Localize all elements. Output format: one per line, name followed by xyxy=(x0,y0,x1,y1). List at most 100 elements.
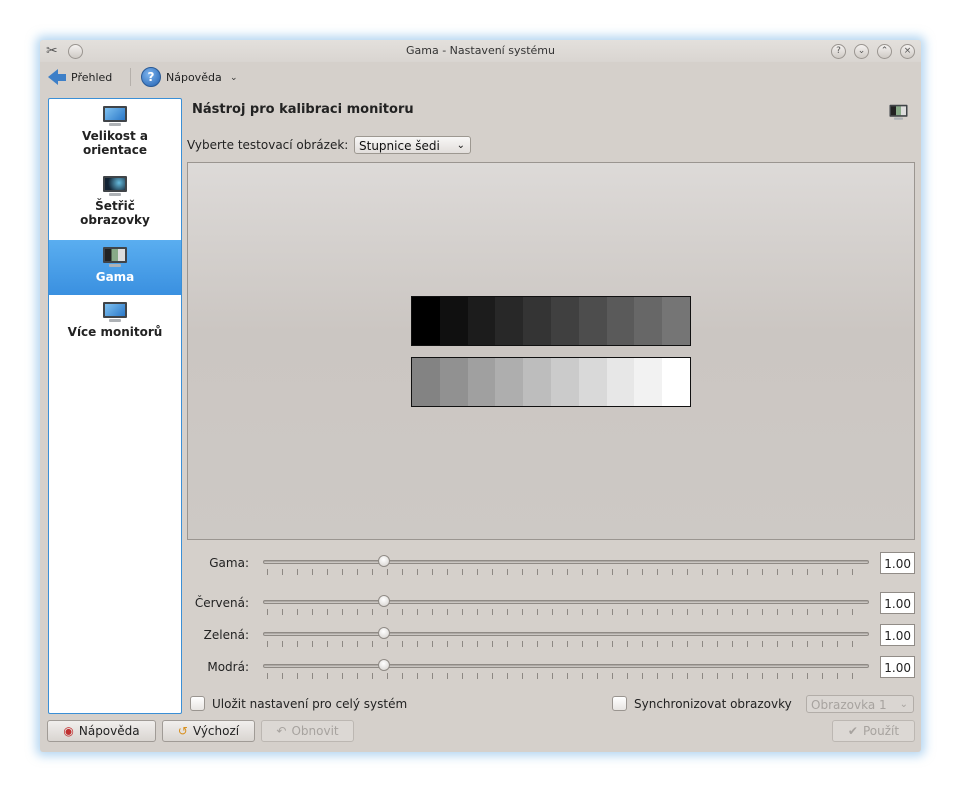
red-slider[interactable] xyxy=(263,600,869,604)
help-lifebuoy-icon: ◉ xyxy=(63,724,74,738)
gamma-monitor-icon xyxy=(101,246,129,268)
save-system-checkbox[interactable]: Uložit nastavení pro celý systém xyxy=(190,696,407,711)
red-value-field[interactable]: 1.00 xyxy=(880,592,915,614)
overview-label: Přehled xyxy=(71,70,113,84)
gamma-ticks xyxy=(267,569,867,575)
monitor-icon xyxy=(101,301,129,323)
monitor-icon xyxy=(101,105,129,127)
gamma-value-field[interactable]: 1.00 xyxy=(880,552,915,574)
back-arrow-icon xyxy=(48,69,58,85)
gray-dark-swatch xyxy=(523,297,551,345)
undo-icon: ↶ xyxy=(276,724,287,738)
test-image-value: Stupnice šedi xyxy=(359,139,440,153)
screensaver-icon xyxy=(101,175,129,197)
gamma-label: Gama: xyxy=(209,556,249,570)
sidebar-item-label: obrazovky xyxy=(80,213,150,227)
gray-dark-swatch xyxy=(439,297,468,345)
red-label: Červená: xyxy=(194,596,249,610)
defaults-button-label: Výchozí xyxy=(192,724,240,738)
title-bar: ✂ Gama - Nastavení systému ? ⌄ ⌃ × xyxy=(40,40,921,62)
window-title: Gama - Nastavení systému xyxy=(406,44,555,57)
chevron-down-icon[interactable]: ⌄ xyxy=(230,73,238,83)
gray-dark-swatch xyxy=(578,297,607,345)
reset-button-label: Obnovit xyxy=(291,724,339,738)
gamma-slider-handle[interactable] xyxy=(378,555,391,567)
test-image-select[interactable]: Stupnice šedi ⌄ xyxy=(354,136,471,154)
gray-light-swatch xyxy=(550,358,579,406)
help-title-button[interactable]: ? xyxy=(831,44,846,59)
green-slider[interactable] xyxy=(263,632,869,636)
green-ticks xyxy=(267,641,867,647)
sync-screens-label: Synchronizovat obrazovky xyxy=(634,696,792,711)
test-image-preview xyxy=(187,162,915,540)
sidebar-item-screensaver[interactable]: Šetřič obrazovky xyxy=(49,175,181,239)
gamma-monitor-icon xyxy=(888,104,908,122)
gray-dark-swatch xyxy=(634,297,663,345)
gamma-slider[interactable] xyxy=(263,560,869,564)
blue-label: Modrá: xyxy=(207,660,249,674)
grayscale-strip-dark xyxy=(411,296,691,346)
save-system-label: Uložit nastavení pro celý systém xyxy=(212,696,408,711)
apply-button[interactable]: ✔ Použít xyxy=(832,720,915,742)
reset-button[interactable]: ↶ Obnovit xyxy=(261,720,354,742)
blue-value-field[interactable]: 1.00 xyxy=(880,656,915,678)
blue-slider-handle[interactable] xyxy=(378,659,391,671)
sidebar-item-multi-monitor[interactable]: Více monitorů xyxy=(49,301,181,351)
checkbox-box[interactable] xyxy=(612,696,627,711)
checkbox-box[interactable] xyxy=(190,696,205,711)
chevron-down-icon: ⌄ xyxy=(899,699,908,710)
gamma-slider-row: Gama: 1.00 xyxy=(187,552,917,578)
help-icon: ? xyxy=(141,67,161,87)
gray-light-swatch xyxy=(606,358,635,406)
blue-slider-row: Modrá: 1.00 xyxy=(187,656,917,682)
page-title: Nástroj pro kalibraci monitoru xyxy=(192,102,414,117)
gray-light-swatch xyxy=(662,358,690,406)
sidebar-item-gamma[interactable]: Gama xyxy=(49,240,181,295)
screen-select-value: Obrazovka 1 xyxy=(811,698,887,712)
gray-light-swatch xyxy=(578,358,607,406)
overview-button[interactable]: Přehled xyxy=(48,66,112,88)
toolbar-separator xyxy=(130,68,131,86)
close-button[interactable]: × xyxy=(900,44,915,59)
blue-ticks xyxy=(267,673,867,679)
green-slider-row: Zelená: 1.00 xyxy=(187,624,917,650)
chevron-down-icon: ⌄ xyxy=(456,140,465,151)
red-ticks xyxy=(267,609,867,615)
blue-slider[interactable] xyxy=(263,664,869,668)
maximize-button[interactable]: ⌃ xyxy=(877,44,892,59)
sidebar-item-label: orientace xyxy=(82,143,148,157)
gray-dark-swatch xyxy=(606,297,635,345)
gray-light-swatch xyxy=(412,358,440,406)
settings-window: ✂ Gama - Nastavení systému ? ⌄ ⌃ × Přehl… xyxy=(40,40,921,752)
defaults-icon: ↺ xyxy=(177,724,188,738)
green-slider-handle[interactable] xyxy=(378,627,391,639)
gray-light-swatch xyxy=(467,358,496,406)
sidebar-item-label: Šetřič xyxy=(95,199,135,213)
gray-dark-swatch xyxy=(495,297,524,345)
green-label: Zelená: xyxy=(203,628,249,642)
screen-select[interactable]: Obrazovka 1 ⌄ xyxy=(806,695,914,713)
gray-dark-swatch xyxy=(550,297,579,345)
apply-button-label: Použít xyxy=(862,724,900,738)
green-value-field[interactable]: 1.00 xyxy=(880,624,915,646)
gray-dark-swatch xyxy=(662,297,690,345)
sidebar-item-size-orientation[interactable]: Velikost a orientace xyxy=(49,105,181,169)
gray-light-swatch xyxy=(523,358,551,406)
defaults-button[interactable]: ↺ Výchozí xyxy=(162,720,255,742)
gray-dark-swatch xyxy=(412,297,440,345)
help-button-label: Nápověda xyxy=(78,724,140,738)
sidebar-item-label: Gama xyxy=(95,270,135,284)
test-image-label: Vyberte testovací obrázek: xyxy=(187,138,349,152)
sync-screens-checkbox[interactable]: Synchronizovat obrazovky xyxy=(612,696,792,711)
sidebar: Velikost a orientace Šetřič obrazovky Ga… xyxy=(48,98,182,714)
gray-light-swatch xyxy=(439,358,468,406)
help-button[interactable]: ◉ Nápověda xyxy=(47,720,156,742)
minimize-button[interactable]: ⌄ xyxy=(854,44,869,59)
grayscale-strip-light xyxy=(411,357,691,407)
sidebar-item-label: Více monitorů xyxy=(67,325,163,339)
gray-light-swatch xyxy=(495,358,524,406)
red-slider-handle[interactable] xyxy=(378,595,391,607)
check-icon: ✔ xyxy=(847,724,858,738)
gray-light-swatch xyxy=(634,358,663,406)
help-toolbar-button[interactable]: ? Nápověda xyxy=(141,66,222,88)
